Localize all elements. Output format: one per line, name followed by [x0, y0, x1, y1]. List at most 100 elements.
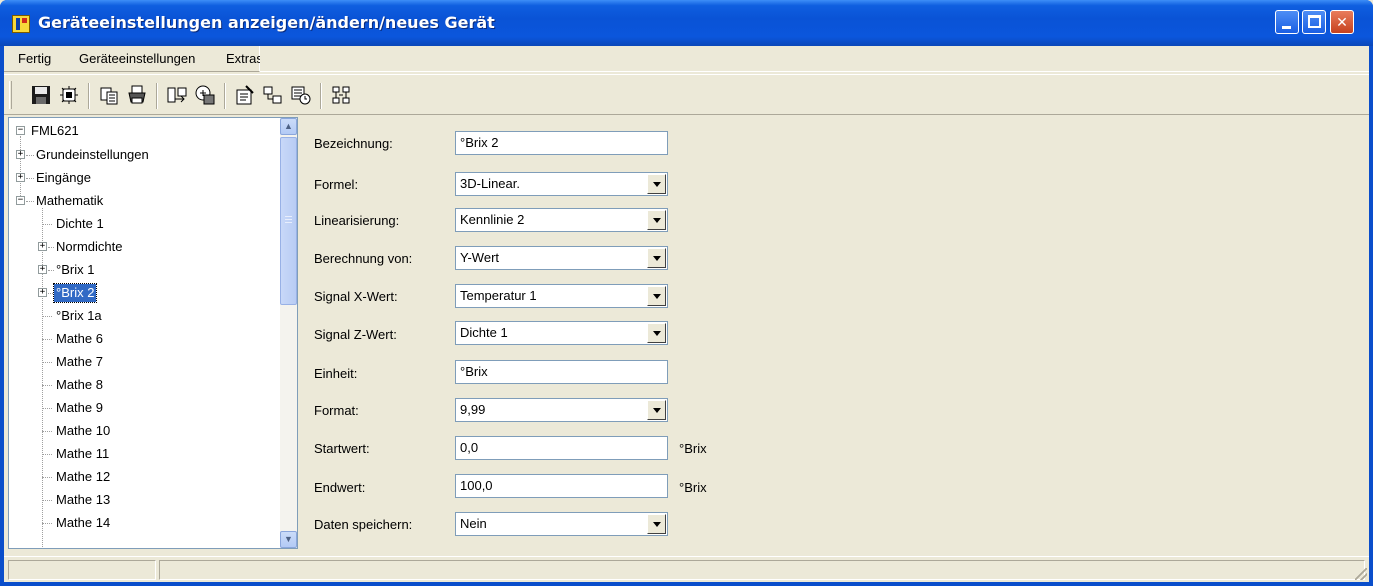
chevron-down-icon[interactable] [647, 286, 666, 306]
signal-x-label: Signal X-Wert: [314, 289, 398, 304]
tree-item-label: Mathe 9 [56, 400, 103, 415]
menu-geraeteeinstellungen[interactable]: Geräteeinstellungen [79, 51, 195, 66]
connect-button[interactable] [262, 84, 284, 106]
transfer-device-button[interactable] [166, 84, 188, 106]
chevron-down-icon[interactable] [647, 210, 666, 230]
endwert-field[interactable]: 100,0 [455, 474, 668, 498]
endwert-unit: °Brix [679, 480, 707, 495]
properties-button[interactable] [234, 84, 256, 106]
einheit-label: Einheit: [314, 366, 358, 381]
berechnung-select[interactable]: Y-Wert [455, 246, 668, 270]
signal-x-value: Temperatur 1 [460, 288, 537, 303]
menu-extras[interactable]: Extras [226, 51, 263, 66]
title-bar[interactable]: Geräteeinstellungen anzeigen/ändern/neue… [0, 0, 1373, 46]
tree-item-label: Eingänge [36, 170, 91, 185]
tree-connector [42, 523, 52, 524]
thumb-grip [285, 222, 292, 223]
copy-button[interactable] [98, 84, 120, 106]
linearisierung-label: Linearisierung: [314, 213, 400, 228]
tree-connector [48, 247, 54, 248]
collapse-icon[interactable]: − [16, 126, 25, 135]
toolbar-grip[interactable] [9, 81, 12, 109]
scroll-thumb[interactable] [280, 137, 297, 305]
menu-fertig[interactable]: Fertig [18, 51, 51, 66]
bezeichnung-label: Bezeichnung: [314, 136, 393, 151]
minimize-button[interactable] [1275, 10, 1299, 34]
close-icon: ✕ [1336, 14, 1348, 30]
device-clock-icon [291, 86, 311, 105]
copy-icon [100, 87, 118, 105]
minimize-icon [1282, 26, 1291, 29]
client-area: Fertig Geräteeinstellungen Extras − FML6… [4, 46, 1369, 582]
toolbar [4, 74, 1369, 115]
bezeichnung-field[interactable]: °Brix 2 [455, 131, 668, 155]
chevron-down-icon[interactable] [647, 400, 666, 420]
einheit-field[interactable]: °Brix [455, 360, 668, 384]
tree-item-label: Mathe 12 [56, 469, 111, 484]
expand-icon[interactable]: + [16, 150, 25, 159]
linearisierung-value: Kennlinie 2 [460, 212, 525, 227]
daten-speichern-label: Daten speichern: [314, 517, 413, 532]
formel-select[interactable]: 3D-Linear. [455, 172, 668, 196]
chevron-down-icon[interactable] [647, 514, 666, 534]
tree-item-label: °Brix 2 [52, 283, 98, 303]
device-scan-button[interactable] [58, 84, 80, 106]
tree-connector [42, 385, 52, 386]
tree-connector [42, 316, 52, 317]
device-tree[interactable]: − FML621 + Grundeinstellungen + Eingänge… [8, 117, 298, 549]
tree-item-label: Mathe 7 [56, 354, 103, 369]
tree-connector [42, 224, 52, 225]
close-button[interactable]: ✕ [1330, 10, 1354, 34]
berechnung-value: Y-Wert [460, 250, 500, 265]
endwert-label: Endwert: [314, 480, 366, 495]
scroll-up-button[interactable]: ▲ [280, 118, 297, 135]
maximize-button[interactable] [1302, 10, 1326, 34]
expand-icon[interactable]: + [38, 242, 47, 251]
tree-scrollbar[interactable]: ▲ ▼ [280, 118, 297, 548]
tree-item-label: Mathe 10 [56, 423, 111, 438]
expand-icon[interactable]: + [38, 265, 47, 274]
scroll-down-button[interactable]: ▼ [280, 531, 297, 548]
network-button[interactable] [330, 84, 352, 106]
daten-speichern-select[interactable]: Nein [455, 512, 668, 536]
save-icon [32, 86, 50, 104]
collapse-icon[interactable]: − [16, 196, 25, 205]
device-clock-button[interactable] [290, 84, 312, 106]
app-icon[interactable] [12, 15, 30, 33]
formel-value: 3D-Linear. [460, 176, 520, 191]
toolbar-separator [320, 83, 322, 109]
tree-item-label: Mathe 13 [56, 492, 111, 507]
upload-button[interactable] [194, 84, 216, 106]
startwert-field[interactable]: 0,0 [455, 436, 668, 460]
chevron-down-icon[interactable] [647, 323, 666, 343]
tree-connector [42, 339, 52, 340]
tree-connector [42, 454, 52, 455]
tree-item-label: Dichte 1 [56, 216, 104, 231]
resize-grip[interactable] [1355, 568, 1367, 580]
thumb-grip [285, 219, 292, 220]
save-button[interactable] [30, 84, 52, 106]
signal-x-select[interactable]: Temperatur 1 [455, 284, 668, 308]
signal-z-label: Signal Z-Wert: [314, 327, 397, 342]
menu-bar-filler [260, 46, 1369, 72]
tree-item-label: Mathe 8 [56, 377, 103, 392]
application-window: Geräteeinstellungen anzeigen/ändern/neue… [0, 0, 1373, 586]
window-title: Geräteeinstellungen anzeigen/ändern/neue… [38, 13, 495, 32]
tree-connector [42, 477, 52, 478]
tree-connector [42, 500, 52, 501]
daten-speichern-value: Nein [460, 516, 487, 531]
expand-icon[interactable]: + [16, 173, 25, 182]
tree-connector [48, 293, 53, 294]
chevron-down-icon: ▼ [284, 534, 293, 544]
chevron-down-icon[interactable] [647, 174, 666, 194]
signal-z-select[interactable]: Dichte 1 [455, 321, 668, 345]
linearisierung-select[interactable]: Kennlinie 2 [455, 208, 668, 232]
network-icon [332, 86, 350, 104]
print-button[interactable] [126, 84, 148, 106]
format-select[interactable]: 9,99 [455, 398, 668, 422]
tree-root-label: FML621 [31, 123, 79, 138]
signal-z-value: Dichte 1 [460, 325, 508, 340]
expand-icon[interactable]: + [38, 288, 47, 297]
chevron-down-icon[interactable] [647, 248, 666, 268]
transfer-device-icon [167, 87, 187, 103]
